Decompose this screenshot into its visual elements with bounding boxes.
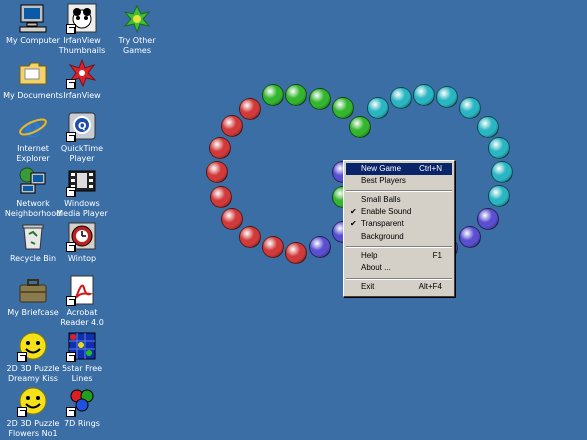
desktop-icon-label: IrfanView bbox=[63, 91, 101, 100]
desktop-icon-irfanview[interactable]: IrfanView bbox=[49, 57, 115, 101]
cyan-ball[interactable] bbox=[390, 87, 412, 109]
menu-separator bbox=[346, 246, 452, 248]
menu-item-label: Enable Sound bbox=[361, 207, 412, 216]
menu-item-label: Help bbox=[361, 251, 378, 260]
green-ball[interactable] bbox=[309, 88, 331, 110]
desktop-icon-5star-free-lines[interactable]: 5star Free Lines bbox=[49, 330, 115, 384]
desktop-icon-7d-rings[interactable]: 7D Rings bbox=[49, 385, 115, 429]
shortcut-arrow-icon bbox=[66, 187, 76, 197]
desktop-icon-acrobat-reader[interactable]: Acrobat Reader 4.0 bbox=[49, 274, 115, 328]
computer-icon bbox=[17, 2, 49, 34]
shortcut-arrow-icon bbox=[66, 79, 76, 89]
cyan-ball[interactable] bbox=[488, 137, 510, 159]
shortcut-arrow-icon bbox=[66, 352, 76, 362]
menu-item-label: Exit bbox=[361, 282, 375, 291]
desktop-icon-try-other-games[interactable]: Try Other Games bbox=[104, 2, 170, 56]
menu-separator bbox=[346, 190, 452, 192]
shortcut-arrow-icon bbox=[66, 407, 76, 417]
try-other-games-icon bbox=[121, 2, 153, 34]
cyan-ball[interactable] bbox=[367, 97, 389, 119]
checkmark-icon: ✔ bbox=[350, 219, 357, 228]
menu-item-label: Transparent bbox=[361, 219, 404, 228]
desktop-icon-label: 5star Free Lines bbox=[61, 364, 103, 383]
svg-text:Q: Q bbox=[78, 121, 87, 132]
red-ball[interactable] bbox=[209, 137, 231, 159]
desktop-icon-label: QuickTime Player bbox=[60, 144, 104, 163]
menu-item-label: Background bbox=[361, 232, 404, 241]
menu-item-accelerator: Alt+F4 bbox=[418, 282, 442, 291]
green-ball[interactable] bbox=[332, 97, 354, 119]
red-ball[interactable] bbox=[206, 161, 228, 183]
folder-icon bbox=[17, 57, 49, 89]
context-menu: New Game Ctrl+N Best Players Small Balls… bbox=[343, 160, 455, 297]
recycle-bin-icon bbox=[17, 220, 49, 252]
menu-separator bbox=[346, 278, 452, 280]
svg-text:e: e bbox=[24, 111, 42, 142]
network-icon bbox=[17, 165, 49, 197]
purple-ball[interactable] bbox=[477, 208, 499, 230]
shortcut-arrow-icon bbox=[66, 296, 76, 306]
desktop-icon-label: 7D Rings bbox=[64, 419, 100, 428]
internet-explorer-icon: e bbox=[17, 110, 49, 144]
cyan-ball[interactable] bbox=[488, 185, 510, 207]
cyan-ball[interactable] bbox=[413, 84, 435, 106]
menu-item-accelerator: F1 bbox=[432, 251, 442, 260]
menu-item-best-players[interactable]: Best Players bbox=[346, 175, 452, 187]
purple-ball[interactable] bbox=[459, 226, 481, 248]
red-ball[interactable] bbox=[239, 98, 261, 120]
menu-item-exit[interactable]: Exit Alt+F4 bbox=[346, 281, 452, 293]
menu-item-small-balls[interactable]: Small Balls bbox=[346, 194, 452, 206]
green-ball[interactable] bbox=[349, 116, 371, 138]
red-ball[interactable] bbox=[221, 115, 243, 137]
purple-ball[interactable] bbox=[309, 236, 331, 258]
menu-item-transparent[interactable]: ✔ Transparent bbox=[346, 218, 452, 230]
shortcut-arrow-icon bbox=[17, 352, 27, 362]
menu-item-enable-sound[interactable]: ✔ Enable Sound bbox=[346, 206, 452, 218]
acrobat-icon bbox=[66, 274, 98, 306]
cyan-ball[interactable] bbox=[436, 86, 458, 108]
smiley-icon bbox=[17, 330, 49, 362]
cyan-ball[interactable] bbox=[491, 161, 513, 183]
menu-item-background[interactable]: Background bbox=[346, 231, 452, 243]
menu-item-label: New Game bbox=[361, 164, 402, 173]
green-ball[interactable] bbox=[262, 84, 284, 106]
desktop-icon-label: Acrobat Reader 4.0 bbox=[60, 308, 104, 327]
shortcut-arrow-icon bbox=[66, 24, 76, 34]
wintop-icon bbox=[66, 220, 98, 252]
irfanview-thumbnails-icon bbox=[66, 2, 98, 34]
cyan-ball[interactable] bbox=[459, 97, 481, 119]
desktop-icon-quicktime-player[interactable]: Q QuickTime Player bbox=[49, 110, 115, 164]
checkmark-icon: ✔ bbox=[350, 207, 357, 216]
rings-icon bbox=[66, 385, 98, 417]
desktop-icon-label: Wintop bbox=[67, 254, 97, 263]
shortcut-arrow-icon bbox=[17, 407, 27, 417]
menu-item-label: Best Players bbox=[361, 176, 406, 185]
briefcase-icon bbox=[17, 274, 49, 306]
desktop-icon-wintop[interactable]: Wintop bbox=[49, 220, 115, 264]
shortcut-arrow-icon bbox=[66, 132, 76, 142]
lines-game-icon bbox=[66, 330, 98, 362]
red-ball[interactable] bbox=[262, 236, 284, 258]
irfanview-icon bbox=[66, 57, 98, 89]
media-player-icon bbox=[66, 165, 98, 197]
menu-item-label: Small Balls bbox=[361, 195, 401, 204]
red-ball[interactable] bbox=[239, 226, 261, 248]
desktop-icon-windows-media-player[interactable]: Windows Media Player bbox=[49, 165, 115, 219]
menu-item-about[interactable]: About ... bbox=[346, 262, 452, 274]
red-ball[interactable] bbox=[210, 186, 232, 208]
shortcut-arrow-icon bbox=[66, 242, 76, 252]
red-ball[interactable] bbox=[285, 242, 307, 264]
green-ball[interactable] bbox=[285, 84, 307, 106]
desktop-icon-label: Windows Media Player bbox=[56, 199, 108, 218]
menu-item-new-game[interactable]: New Game Ctrl+N bbox=[346, 163, 452, 175]
smiley-icon bbox=[17, 385, 49, 417]
menu-item-help[interactable]: Help F1 bbox=[346, 250, 452, 262]
menu-item-accelerator: Ctrl+N bbox=[419, 164, 442, 173]
menu-item-label: About ... bbox=[361, 263, 391, 272]
quicktime-icon: Q bbox=[66, 110, 98, 142]
desktop-icon-label: Try Other Games bbox=[118, 36, 156, 55]
red-ball[interactable] bbox=[221, 208, 243, 230]
cyan-ball[interactable] bbox=[477, 116, 499, 138]
